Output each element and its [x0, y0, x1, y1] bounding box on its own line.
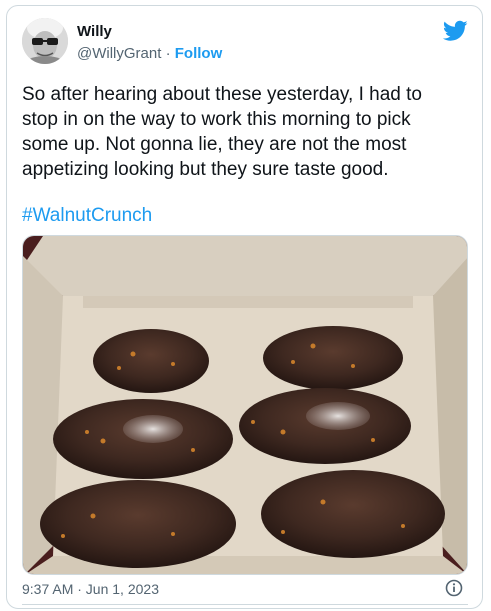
hashtag-link[interactable]: #WalnutCrunch	[22, 205, 152, 227]
author-handle[interactable]: @WillyGrant	[77, 45, 161, 62]
separator-dot: ·	[165, 45, 171, 62]
follow-button[interactable]: Follow	[175, 45, 223, 62]
tweet-text: So after hearing about these yesterday, …	[22, 84, 422, 180]
avatar[interactable]	[22, 18, 68, 64]
divider	[22, 604, 468, 605]
author-name[interactable]: Willy	[77, 23, 112, 40]
author-handle-row: @WillyGrant · Follow	[77, 45, 222, 62]
photo-walnut-pastries-in-box	[23, 236, 467, 574]
tweet-timestamp[interactable]: 9:37 AM · Jun 1, 2023	[22, 581, 159, 597]
twitter-bird-icon[interactable]	[442, 20, 468, 42]
tweet-card: Willy @WillyGrant · Follow So after hear…	[6, 5, 483, 609]
info-icon[interactable]	[445, 579, 463, 597]
tweet-photo[interactable]	[22, 235, 468, 575]
